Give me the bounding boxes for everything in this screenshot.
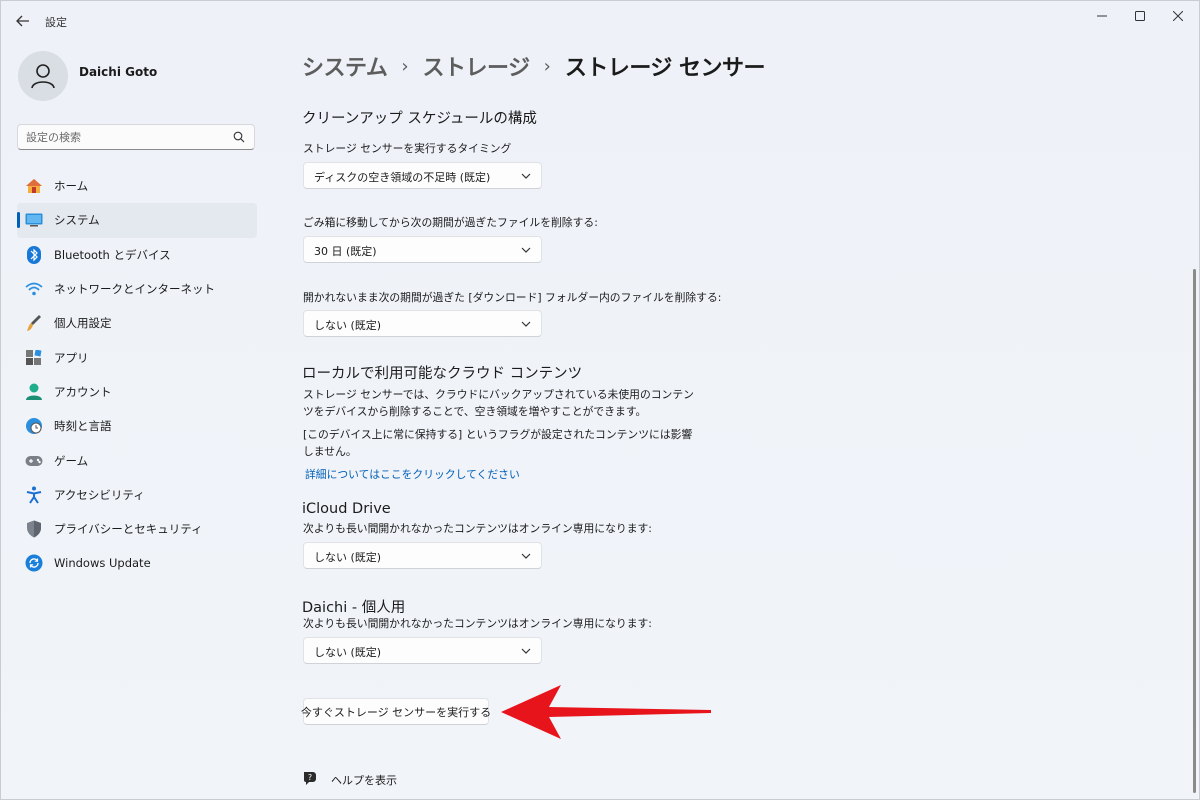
onedrive-personal-title: Daichi - 個人用 bbox=[302, 600, 406, 616]
user-icon bbox=[31, 64, 55, 89]
brush-icon bbox=[25, 314, 43, 332]
bluetooth-icon bbox=[25, 245, 43, 264]
sidebar-item-label: ゲーム bbox=[54, 453, 89, 468]
scrollbar[interactable] bbox=[1193, 269, 1196, 793]
sidebar-item-label: アプリ bbox=[54, 350, 89, 365]
sidebar-item-home[interactable]: ホーム bbox=[17, 169, 257, 203]
search-input[interactable] bbox=[26, 129, 226, 145]
sidebar-item-network[interactable]: ネットワークとインターネット bbox=[17, 272, 257, 306]
cleanup-schedule-title: クリーンアップ スケジュールの構成 bbox=[302, 111, 537, 127]
time-language-icon bbox=[25, 417, 43, 435]
sidebar-item-bluetooth[interactable]: Bluetooth とデバイス bbox=[17, 238, 257, 272]
minimize-icon bbox=[1097, 15, 1107, 17]
back-arrow-icon bbox=[16, 15, 29, 27]
breadcrumb: システム › ストレージ › ストレージ センサー bbox=[302, 49, 766, 83]
back-button[interactable] bbox=[9, 7, 37, 35]
breadcrumb-system[interactable]: システム bbox=[302, 50, 388, 82]
chevron-down-icon bbox=[521, 173, 531, 179]
help-link[interactable]: ヘルプを表示 bbox=[331, 772, 397, 788]
run-timing-label: ストレージ センサーを実行するタイミング bbox=[303, 142, 512, 155]
sidebar-item-label: 時刻と言語 bbox=[54, 419, 112, 434]
page-title: ストレージ センサー bbox=[564, 56, 766, 81]
sidebar-item-privacy-security[interactable]: プライバシーとセキュリティ bbox=[17, 512, 257, 546]
search-icon[interactable] bbox=[233, 131, 245, 143]
sidebar-item-system[interactable]: システム bbox=[17, 203, 257, 238]
sidebar-nav: ホーム システム Bluetooth とデバイス ネットワークとインターネット … bbox=[17, 169, 257, 581]
sidebar-item-label: プライバシーとセキュリティ bbox=[54, 522, 203, 537]
search-box[interactable] bbox=[17, 124, 255, 150]
shield-icon bbox=[25, 520, 43, 538]
onedrive-personal-label: 次よりも長い間開かれなかったコンテンツはオンライン専用になります: bbox=[303, 617, 652, 630]
close-button[interactable] bbox=[1155, 1, 1200, 31]
run-storage-sense-button[interactable]: 今すぐストレージ センサーを実行する bbox=[301, 698, 491, 725]
windows-update-icon bbox=[25, 554, 43, 572]
sidebar-item-label: アクセシビリティ bbox=[54, 487, 145, 502]
sidebar-item-label: ネットワークとインターネット bbox=[54, 282, 215, 297]
dropdown-value: 30 日 (既定) bbox=[314, 245, 377, 258]
app-title: 設定 bbox=[45, 16, 67, 29]
cloud-content-note: [このデバイス上に常に保持する] というフラグが設定されたコンテンツには影響しま… bbox=[303, 428, 693, 458]
breadcrumb-separator: › bbox=[401, 55, 409, 77]
sidebar-item-label: ホーム bbox=[54, 179, 89, 194]
accessibility-icon bbox=[25, 486, 43, 504]
account-icon bbox=[25, 383, 43, 401]
sidebar-item-apps[interactable]: アプリ bbox=[17, 340, 257, 374]
icloud-drive-dropdown[interactable]: しない (既定) bbox=[303, 542, 542, 569]
wifi-icon bbox=[25, 280, 43, 298]
sidebar-item-label: Bluetooth とデバイス bbox=[54, 247, 171, 262]
apps-icon bbox=[25, 349, 43, 367]
sidebar-item-windows-update[interactable]: Windows Update bbox=[17, 546, 257, 580]
sidebar-item-time-language[interactable]: 時刻と言語 bbox=[17, 409, 257, 443]
onedrive-personal-dropdown[interactable]: しない (既定) bbox=[303, 637, 542, 664]
help-icon[interactable]: ? bbox=[302, 770, 318, 786]
dropdown-value: しない (既定) bbox=[314, 551, 382, 564]
sidebar-item-label: システム bbox=[54, 213, 100, 228]
cloud-content-title: ローカルで利用可能なクラウド コンテンツ bbox=[302, 366, 583, 382]
learn-more-link[interactable]: 詳細についてはここをクリックしてください bbox=[305, 466, 520, 482]
close-icon bbox=[1173, 11, 1183, 21]
sidebar-item-personalization[interactable]: 個人用設定 bbox=[17, 306, 257, 340]
cloud-content-description: ストレージ センサーでは、クラウドにバックアップされている未使用のコンテンツをデ… bbox=[303, 388, 694, 418]
recycle-bin-label: ごみ箱に移動してから次の期間が過ぎたファイルを削除する: bbox=[303, 216, 598, 229]
sidebar-item-accessibility[interactable]: アクセシビリティ bbox=[17, 478, 257, 512]
sidebar-item-label: 個人用設定 bbox=[54, 316, 112, 331]
icloud-drive-label: 次よりも長い間開かれなかったコンテンツはオンライン専用になります: bbox=[303, 522, 652, 535]
maximize-icon bbox=[1135, 11, 1145, 21]
chevron-down-icon bbox=[521, 648, 531, 654]
breadcrumb-separator: › bbox=[543, 55, 551, 77]
system-icon bbox=[25, 211, 43, 229]
annotation-arrow-icon bbox=[501, 685, 711, 739]
title-bar: 設定 bbox=[1, 1, 1200, 41]
settings-window: 設定 Daichi Goto ホーム システム bbox=[0, 0, 1200, 800]
home-icon bbox=[25, 177, 43, 195]
sidebar-item-gaming[interactable]: ゲーム bbox=[17, 443, 257, 477]
svg-text:?: ? bbox=[308, 773, 312, 782]
dropdown-value: ディスクの空き領域の不足時 (既定) bbox=[314, 171, 491, 184]
breadcrumb-storage[interactable]: ストレージ bbox=[423, 50, 531, 82]
icloud-drive-title: iCloud Drive bbox=[302, 501, 391, 517]
sidebar-item-label: アカウント bbox=[54, 384, 112, 399]
chevron-down-icon bbox=[521, 321, 531, 327]
chevron-down-icon bbox=[521, 247, 531, 253]
run-timing-dropdown[interactable]: ディスクの空き領域の不足時 (既定) bbox=[303, 162, 542, 189]
dropdown-value: しない (既定) bbox=[314, 646, 382, 659]
chevron-down-icon bbox=[521, 553, 531, 559]
sidebar-item-accounts[interactable]: アカウント bbox=[17, 375, 257, 409]
dropdown-value: しない (既定) bbox=[314, 319, 382, 332]
recycle-bin-dropdown[interactable]: 30 日 (既定) bbox=[303, 236, 542, 263]
user-name: Daichi Goto bbox=[79, 65, 158, 79]
avatar[interactable] bbox=[18, 51, 68, 101]
sidebar-item-label: Windows Update bbox=[54, 556, 151, 571]
downloads-label: 開かれないまま次の期間が過ぎた [ダウンロード] フォルダー内のファイルを削除す… bbox=[303, 291, 722, 304]
downloads-dropdown[interactable]: しない (既定) bbox=[303, 310, 542, 337]
gaming-icon bbox=[25, 452, 43, 470]
